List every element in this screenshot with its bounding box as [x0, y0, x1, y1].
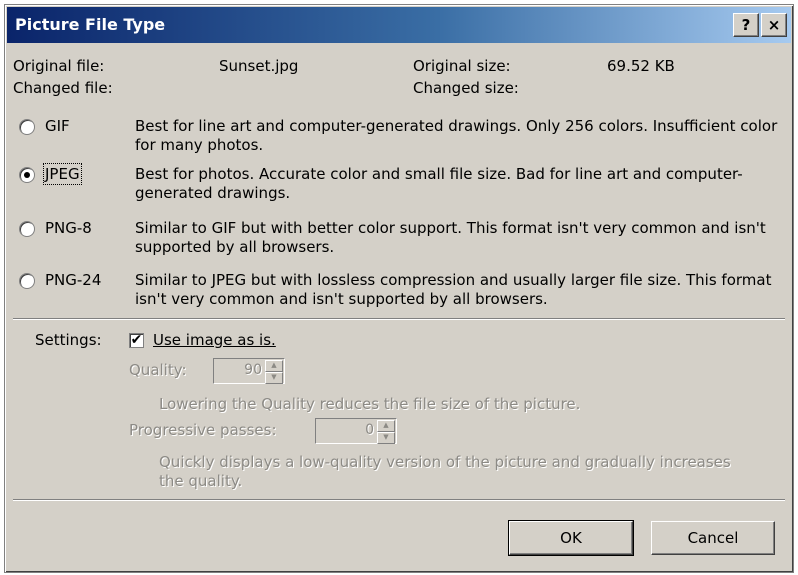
- gif-label[interactable]: GIF: [45, 117, 70, 135]
- gif-radio[interactable]: [19, 119, 35, 135]
- original-file-value: Sunset.jpg: [219, 57, 299, 75]
- progressive-passes-hint: Quickly displays a low-quality version o…: [159, 453, 731, 490]
- changed-size-label: Changed size:: [413, 79, 519, 97]
- quality-hint: Lowering the Quality reduces the file si…: [159, 395, 581, 413]
- separator-top: [13, 318, 785, 320]
- progressive-passes-value: 0: [365, 422, 374, 438]
- gif-description: Best for line art and computer-generated…: [135, 117, 778, 154]
- use-as-is-label[interactable]: Use image as is.: [153, 331, 276, 349]
- png24-label[interactable]: PNG-24: [45, 271, 101, 289]
- original-size-label: Original size:: [413, 57, 511, 75]
- png24-radio[interactable]: [19, 273, 35, 289]
- png8-description: Similar to GIF but with better color sup…: [135, 219, 766, 256]
- format-option-jpeg[interactable]: JPEG Best for photos. Accurate color and…: [19, 163, 784, 205]
- format-option-png24[interactable]: PNG-24 Similar to JPEG but with lossless…: [19, 271, 784, 311]
- spin-up-icon[interactable]: ▲: [265, 360, 283, 372]
- progressive-passes-label: Progressive passes:: [129, 421, 277, 439]
- original-size-value: 69.52 KB: [607, 57, 675, 75]
- original-file-label: Original file:: [13, 57, 105, 75]
- quality-spinner[interactable]: 90 ▲ ▼: [213, 358, 285, 384]
- cancel-button[interactable]: Cancel: [651, 521, 775, 555]
- window-title: Picture File Type: [15, 15, 166, 34]
- progressive-passes-spinner[interactable]: 0 ▲ ▼: [315, 418, 397, 444]
- separator-bottom: [13, 499, 785, 501]
- format-option-gif[interactable]: GIF Best for line art and computer-gener…: [19, 117, 784, 157]
- quality-value: 90: [244, 362, 262, 378]
- close-button[interactable]: ×: [761, 13, 787, 37]
- png8-label[interactable]: PNG-8: [45, 219, 92, 237]
- spin-up-icon[interactable]: ▲: [377, 420, 395, 432]
- jpeg-description: Best for photos. Accurate color and smal…: [135, 165, 743, 202]
- spin-down-icon[interactable]: ▼: [377, 432, 395, 444]
- format-option-png8[interactable]: PNG-8 Similar to GIF but with better col…: [19, 219, 784, 259]
- help-button[interactable]: ?: [733, 13, 759, 37]
- title-bar[interactable]: Picture File Type ? ×: [7, 7, 791, 43]
- jpeg-label[interactable]: JPEG: [43, 163, 82, 185]
- quality-label: Quality:: [129, 361, 187, 379]
- picture-file-type-dialog: Picture File Type ? × Original file: Sun…: [4, 4, 794, 573]
- changed-file-label: Changed file:: [13, 79, 113, 97]
- png8-radio[interactable]: [19, 221, 35, 237]
- use-as-is-checkbox[interactable]: ✔: [129, 333, 144, 348]
- ok-button[interactable]: OK: [508, 520, 634, 556]
- spin-down-icon[interactable]: ▼: [265, 372, 283, 384]
- png24-description: Similar to JPEG but with lossless compre…: [135, 271, 772, 308]
- jpeg-radio[interactable]: [19, 167, 35, 183]
- settings-label: Settings:: [35, 331, 102, 349]
